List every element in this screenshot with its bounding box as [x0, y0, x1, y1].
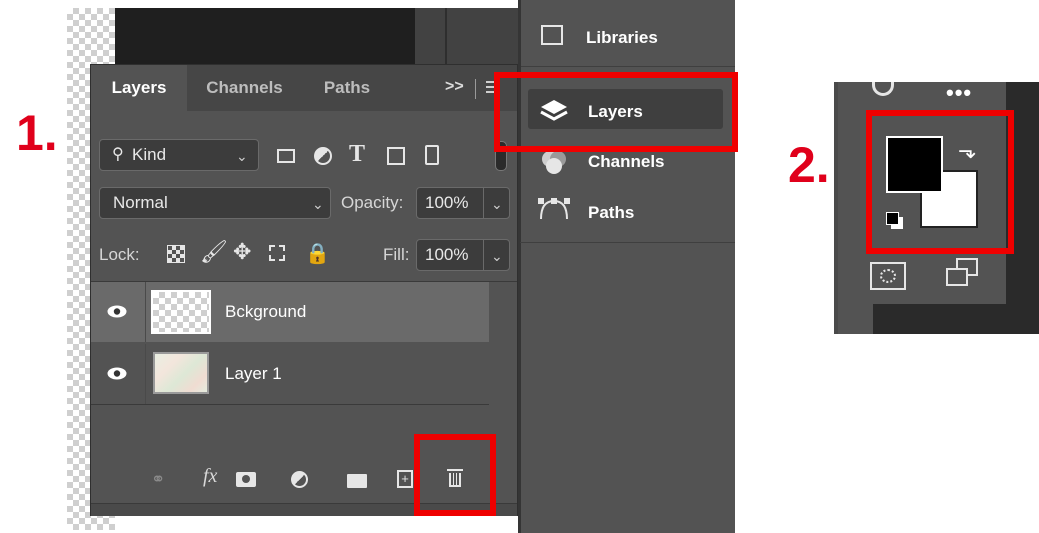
chevron-down-icon: ⌄	[236, 148, 248, 164]
collapse-panel-button[interactable]: >>	[445, 78, 464, 96]
layer-thumbnail-transparent	[151, 290, 211, 334]
layer-divider	[145, 282, 146, 342]
lock-all-icon[interactable]: 🔒	[305, 241, 330, 266]
pixel-layer-filter-icon[interactable]	[277, 149, 295, 163]
fill-field[interactable]: 100% ⌄	[416, 239, 510, 271]
dark-canvas-area	[115, 8, 415, 64]
quick-mask-icon[interactable]	[870, 262, 906, 290]
paths-icon[interactable]	[537, 195, 571, 223]
libraries-icon[interactable]	[541, 25, 563, 45]
layer-row-background[interactable]: Bckground	[91, 282, 489, 342]
filter-kind-label: Kind	[132, 145, 167, 164]
side-item-libraries[interactable]: Libraries	[586, 28, 658, 48]
highlight-layers-panel-button	[494, 72, 738, 152]
panel-divider	[445, 8, 447, 64]
side-panel-lower-divider	[520, 242, 735, 243]
side-item-channels[interactable]: Channels	[588, 152, 665, 172]
more-tools-icon[interactable]: •••	[946, 80, 972, 106]
new-adjustment-layer-icon[interactable]	[291, 471, 308, 488]
fill-label: Fill:	[383, 245, 410, 264]
filter-kind-select[interactable]: ⚲ Kind ⌄	[99, 139, 259, 171]
link-layers-icon[interactable]: ⚭	[151, 470, 165, 490]
fx-button[interactable]: fx	[203, 465, 217, 488]
visibility-eye-icon[interactable]	[107, 367, 127, 380]
new-layer-icon[interactable]: +	[397, 470, 413, 488]
visibility-eye-icon[interactable]	[107, 305, 127, 318]
opacity-value: 100%	[425, 193, 469, 212]
shape-layer-filter-icon[interactable]	[387, 147, 405, 165]
add-mask-icon[interactable]	[236, 472, 256, 487]
type-layer-filter-icon[interactable]: T	[349, 141, 365, 168]
layer-row-layer-1[interactable]: Layer 1	[91, 344, 489, 404]
chevron-down-icon: ⌄	[312, 196, 324, 212]
blend-mode-value: Normal	[113, 193, 168, 212]
opacity-label: Opacity:	[341, 193, 404, 212]
new-group-folder-icon[interactable]	[347, 474, 367, 488]
step-1-label: 1.	[16, 105, 58, 161]
tab-channels[interactable]: Channels	[187, 65, 302, 111]
step-2-label: 2.	[788, 137, 830, 193]
toolbar-left-edge	[834, 82, 838, 334]
tab-separator	[475, 79, 476, 99]
lock-label: Lock:	[99, 245, 140, 264]
chevron-down-icon: ⌄	[491, 248, 503, 264]
lock-transparent-pixels-icon[interactable]	[167, 245, 185, 263]
tab-layers[interactable]: Layers	[91, 65, 187, 111]
layer-list-divider	[91, 404, 489, 405]
channels-icon[interactable]	[539, 148, 569, 178]
layer-name: Bckground	[225, 302, 307, 321]
tab-paths-label: Paths	[323, 78, 371, 97]
tab-paths[interactable]: Paths	[302, 65, 392, 111]
panel-gutter	[415, 8, 520, 64]
lock-artboard-icon[interactable]	[269, 245, 285, 261]
lock-image-pixels-icon[interactable]: 🖌	[200, 239, 228, 265]
blend-mode-select[interactable]: Normal ⌄	[99, 187, 331, 219]
fill-divider	[483, 240, 484, 270]
fx-label: fx	[203, 465, 218, 487]
screen-mode-icon[interactable]	[944, 258, 980, 290]
side-item-paths[interactable]: Paths	[588, 203, 634, 223]
toolbar-bottom-dark	[873, 304, 1039, 334]
opacity-divider	[483, 188, 484, 218]
tab-layers-label: Layers	[111, 78, 167, 97]
tab-channels-label: Channels	[206, 78, 283, 97]
layer-name: Layer 1	[225, 364, 282, 383]
layer-divider	[145, 344, 146, 404]
adjustment-layer-filter-icon[interactable]	[314, 147, 332, 165]
chevron-down-icon: ⌄	[491, 196, 503, 212]
smart-object-filter-icon[interactable]	[425, 145, 439, 165]
layer-thumbnail-map	[153, 352, 209, 394]
opacity-field[interactable]: 100% ⌄	[416, 187, 510, 219]
highlight-color-swatches	[866, 110, 1014, 254]
fill-value: 100%	[425, 245, 469, 264]
search-icon: ⚲	[112, 146, 124, 163]
lock-position-icon[interactable]: ✥	[233, 239, 251, 265]
highlight-delete-layer	[414, 434, 496, 516]
